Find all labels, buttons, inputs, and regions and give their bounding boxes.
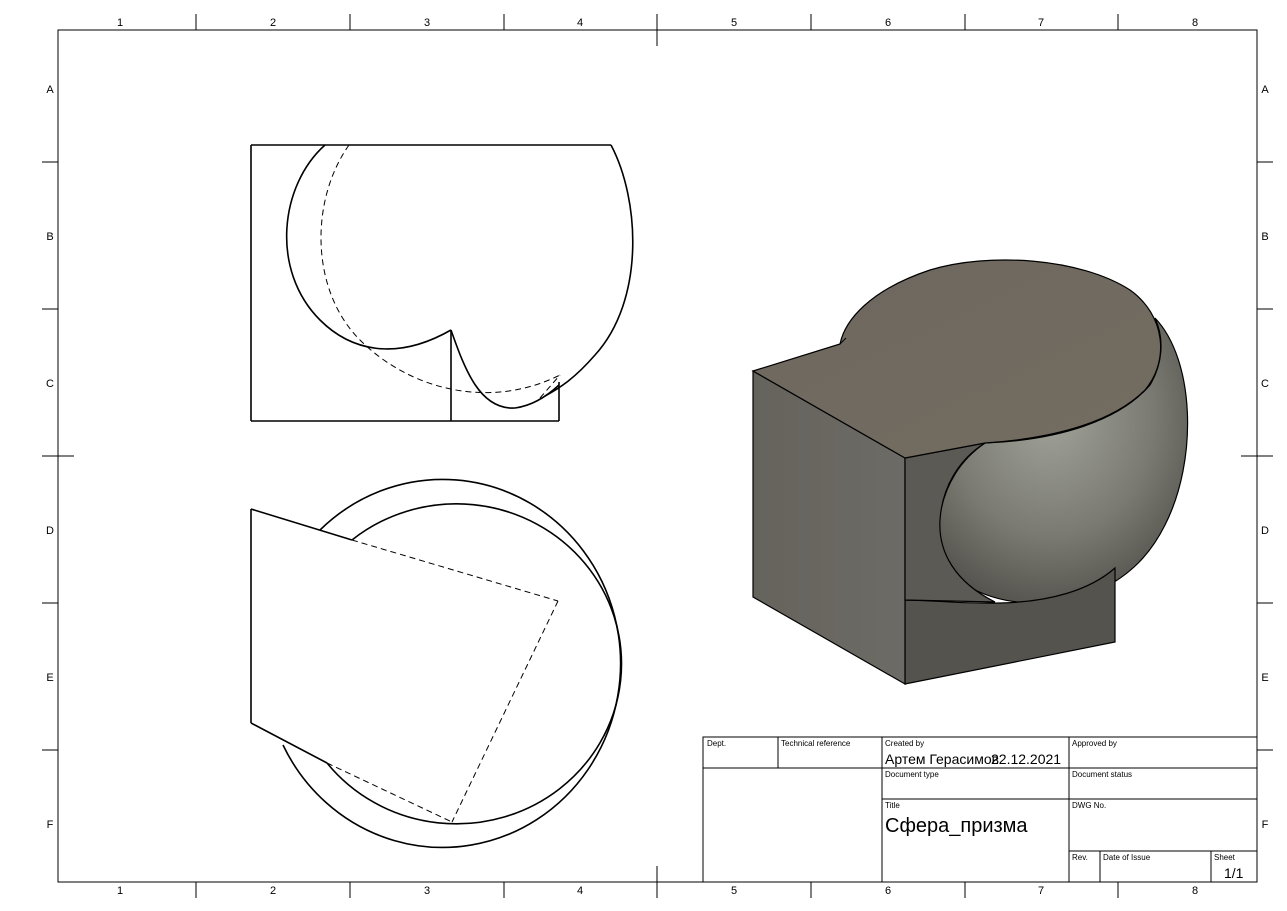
title-label: Title [885, 801, 900, 810]
sheet-value: 1/1 [1224, 865, 1244, 881]
zone-row-right-a: A [1261, 84, 1269, 96]
zone-col-top-3: 3 [424, 17, 430, 29]
zone-row-left-d: D [46, 525, 54, 537]
zone-row-left-e: E [46, 672, 53, 684]
zone-row-left-b: B [46, 231, 53, 243]
zone-row-left-c: C [46, 378, 54, 390]
dept-label: Dept. [707, 739, 726, 748]
technical-reference-label: Technical reference [781, 739, 851, 748]
zone-col-bottom-7: 7 [1038, 885, 1044, 897]
zone-col-bottom-1: 1 [117, 885, 123, 897]
zone-col-top-1: 1 [117, 17, 123, 29]
zone-col-top-2: 2 [270, 17, 276, 29]
title-value: Сфера_призма [885, 815, 1028, 837]
zone-row-right-e: E [1261, 672, 1268, 684]
zone-col-bottom-4: 4 [577, 885, 583, 897]
zone-col-bottom-5: 5 [731, 885, 737, 897]
created-date: 22.12.2021 [991, 751, 1061, 767]
zone-row-right-f: F [1262, 819, 1269, 831]
document-type-label: Document type [885, 770, 939, 779]
zone-row-right-d: D [1261, 525, 1269, 537]
date-of-issue-label: Date of Issue [1103, 853, 1151, 862]
zone-col-top-6: 6 [885, 17, 891, 29]
zone-row-right-c: C [1261, 378, 1269, 390]
front-view [250, 144, 634, 422]
top-view [250, 478, 623, 849]
zone-col-bottom-3: 3 [424, 885, 430, 897]
zone-row-right-b: B [1261, 231, 1268, 243]
zone-col-top-7: 7 [1038, 17, 1044, 29]
isometric-view [751, 259, 1189, 686]
zone-col-bottom-8: 8 [1192, 885, 1198, 897]
zone-col-bottom-2: 2 [270, 885, 276, 897]
zone-col-top-5: 5 [731, 17, 737, 29]
zone-row-left-f: F [47, 819, 54, 831]
zone-col-top-4: 4 [577, 17, 583, 29]
document-status-label: Document status [1072, 770, 1132, 779]
drawing-sheet: 1 2 3 4 5 6 7 8 1 2 3 4 5 6 7 8 A B C D … [42, 14, 1273, 898]
sheet-label: Sheet [1214, 853, 1236, 862]
rev-label: Rev. [1072, 853, 1088, 862]
dwg-no-label: DWG No. [1072, 801, 1106, 810]
created-by-value: Артем Герасимов [885, 751, 999, 767]
approved-by-label: Approved by [1072, 739, 1117, 748]
zone-row-left-a: A [46, 84, 54, 96]
created-by-label: Created by [885, 739, 924, 748]
zone-col-top-8: 8 [1192, 17, 1198, 29]
zone-col-bottom-6: 6 [885, 885, 891, 897]
